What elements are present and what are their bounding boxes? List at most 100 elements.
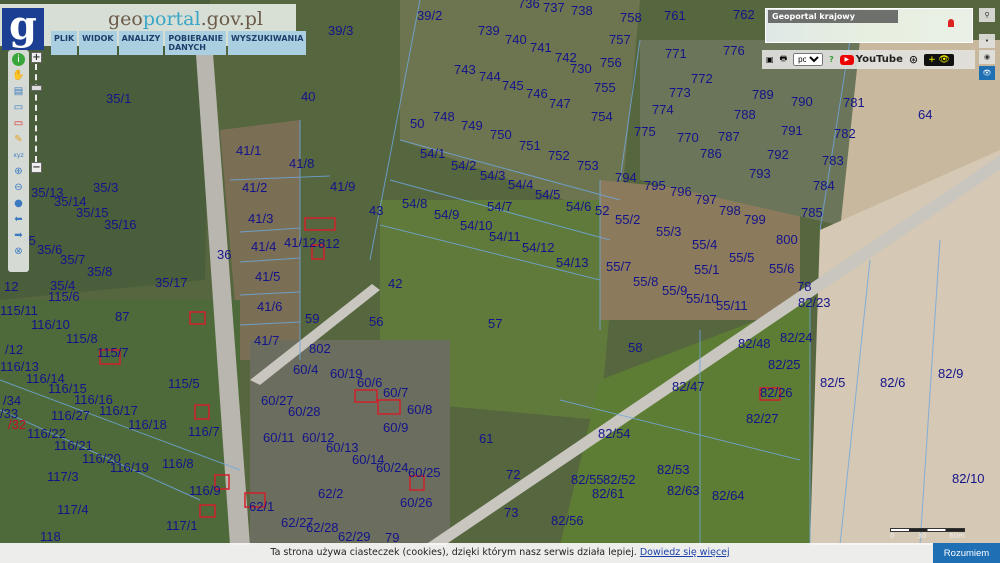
parcel-label[interactable]: 744 <box>479 70 501 83</box>
parcel-label[interactable]: 82/26 <box>760 386 793 399</box>
parcel-label[interactable]: 788 <box>734 108 756 121</box>
parcel-label[interactable]: 41/8 <box>289 157 314 170</box>
parcel-label[interactable]: 752 <box>548 149 570 162</box>
cookie-accept-button[interactable]: Rozumiem <box>933 543 1000 563</box>
parcel-label[interactable]: 741 <box>530 41 552 54</box>
parcel-label[interactable]: 62/2 <box>318 487 343 500</box>
zoom-in-button[interactable]: + <box>31 52 42 63</box>
parcel-label[interactable]: 82/24 <box>780 331 813 344</box>
parcel-label[interactable]: 796 <box>670 185 692 198</box>
parcel-label[interactable]: 736 <box>518 0 540 10</box>
parcel-label[interactable]: 54/3 <box>480 169 505 182</box>
parcel-label[interactable]: 87 <box>115 310 129 323</box>
parcel-label[interactable]: 55/2 <box>615 213 640 226</box>
parcel-label[interactable]: 795 <box>644 179 666 192</box>
map-canvas[interactable]: 39/3 39/2 739 736 737 738 758 761 762 740 741 757 77… <box>0 0 1000 563</box>
info-icon[interactable]: i <box>12 53 25 66</box>
parcel-label[interactable]: 783 <box>822 154 844 167</box>
parcel-label[interactable]: 756 <box>600 56 622 69</box>
geoportal-logo[interactable]: g <box>2 6 44 50</box>
parcel-label[interactable]: 55/11 <box>716 299 748 312</box>
parcel-label[interactable]: 54/4 <box>508 178 533 191</box>
select-red-icon[interactable]: ▭ <box>12 117 25 130</box>
parcel-label[interactable]: 54/11 <box>489 230 521 243</box>
parcel-label[interactable]: 775 <box>634 125 656 138</box>
parcel-label[interactable]: 41/12 <box>284 236 317 249</box>
parcel-label[interactable]: 54/5 <box>535 188 560 201</box>
zoom-handle[interactable] <box>31 85 42 91</box>
parcel-label[interactable]: 35/7 <box>60 253 85 266</box>
parcel-label[interactable]: 55/6 <box>769 262 794 275</box>
parcel-label[interactable]: 54/10 <box>460 219 493 232</box>
parcel-label[interactable]: 776 <box>723 44 745 57</box>
parcel-label[interactable]: 35/17 <box>155 276 188 289</box>
legend-icon[interactable]: ▤ <box>12 85 25 98</box>
parcel-label[interactable]: 82/27 <box>746 412 779 425</box>
parcel-label[interactable]: 55/9 <box>662 284 687 297</box>
parcel-label[interactable]: 54/2 <box>451 159 476 172</box>
parcel-label[interactable]: 40 <box>301 90 315 103</box>
cookie-more-link[interactable]: Dowiedz się więcej <box>640 547 730 558</box>
parcel-label[interactable]: 60/24 <box>376 461 409 474</box>
parcel-label[interactable]: 118 <box>40 530 61 543</box>
menu-wyszukiwania[interactable]: WYSZUKIWANIA <box>228 31 307 55</box>
menu-pobieranie-danych[interactable]: POBIERANIE DANYCH <box>165 31 227 55</box>
parcel-label[interactable]: 39/3 <box>328 24 353 37</box>
parcel-label[interactable]: 82/54 <box>598 427 631 440</box>
parcel-label[interactable]: 789 <box>752 88 774 101</box>
accessibility-icon[interactable]: ⊛ <box>909 53 918 66</box>
parcel-label[interactable]: 117/4 <box>57 503 89 516</box>
parcel-label[interactable]: 82/5 <box>820 376 845 389</box>
parcel-label[interactable]: 751 <box>519 139 541 152</box>
parcel-label[interactable]: 54/8 <box>402 197 427 210</box>
parcel-label[interactable]: 39/2 <box>417 9 442 22</box>
full-extent-icon[interactable]: ⊗ <box>12 245 25 258</box>
parcel-label[interactable]: 41/2 <box>242 181 267 194</box>
parcel-label[interactable]: 41/5 <box>255 270 280 283</box>
document-icon[interactable]: ▣ <box>766 55 774 64</box>
parcel-label[interactable]: 750 <box>490 128 512 141</box>
parcel-label[interactable]: 116/19 <box>110 461 149 474</box>
parcel-label[interactable]: 743 <box>454 63 476 76</box>
parcel-label[interactable]: 72 <box>506 468 520 481</box>
font-small-icon[interactable]: • <box>979 34 995 48</box>
youtube-link[interactable]: ▶ YouTube <box>839 54 903 65</box>
parcel-label[interactable]: 36 <box>217 248 231 261</box>
parcel-label[interactable]: 116/9 <box>189 484 221 497</box>
parcel-label[interactable]: 802 <box>309 342 331 355</box>
parcel-label[interactable]: 55/8 <box>633 275 658 288</box>
parcel-label[interactable]: 41/9 <box>330 180 355 193</box>
parcel-label[interactable]: 55/1 <box>694 263 719 276</box>
parcel-label[interactable]: 738 <box>571 4 593 17</box>
parcel-label[interactable]: 115/7 <box>97 346 129 359</box>
parcel-label[interactable]: 747 <box>549 97 571 110</box>
parcel-label[interactable]: 745 <box>502 79 524 92</box>
parcel-label[interactable]: 758 <box>620 11 642 24</box>
parcel-label[interactable]: 35/6 <box>37 243 62 256</box>
print-icon[interactable]: 🖶 <box>780 53 788 67</box>
parcel-label[interactable]: 755 <box>594 81 616 94</box>
select-rect-icon[interactable]: ▭ <box>12 101 25 114</box>
parcel-label[interactable]: 55/7 <box>606 260 631 273</box>
high-contrast-button[interactable]: + 👁 <box>924 53 954 66</box>
parcel-label[interactable]: 62/1 <box>249 500 274 513</box>
parcel-label[interactable]: 35/1 <box>106 92 131 105</box>
pencil-icon[interactable]: ✎ <box>12 133 25 146</box>
parcel-label[interactable]: 773 <box>669 86 691 99</box>
parcel-label[interactable]: 771 <box>665 47 687 60</box>
parcel-label[interactable]: 792 <box>767 148 789 161</box>
parcel-label[interactable]: 55/4 <box>692 238 717 251</box>
parcel-label[interactable]: 739 <box>478 24 500 37</box>
parcel-label[interactable]: 117/1 <box>166 519 198 532</box>
language-select[interactable]: pol <box>793 53 824 66</box>
parcel-label[interactable]: 753 <box>577 159 599 172</box>
parcel-label[interactable]: 82/9 <box>938 367 963 380</box>
parcel-label[interactable]: 55/10 <box>686 292 719 305</box>
parcel-label[interactable]: 82/63 <box>667 484 700 497</box>
parcel-label[interactable]: 41/3 <box>248 212 273 225</box>
parcel-label[interactable]: 60/26 <box>400 496 433 509</box>
site-title[interactable]: geoportal.gov.pl <box>108 8 263 30</box>
menu-widok[interactable]: WIDOK <box>79 31 117 55</box>
parcel-label[interactable]: 60/28 <box>288 405 321 418</box>
parcel-label[interactable]: 62/28 <box>306 521 339 534</box>
